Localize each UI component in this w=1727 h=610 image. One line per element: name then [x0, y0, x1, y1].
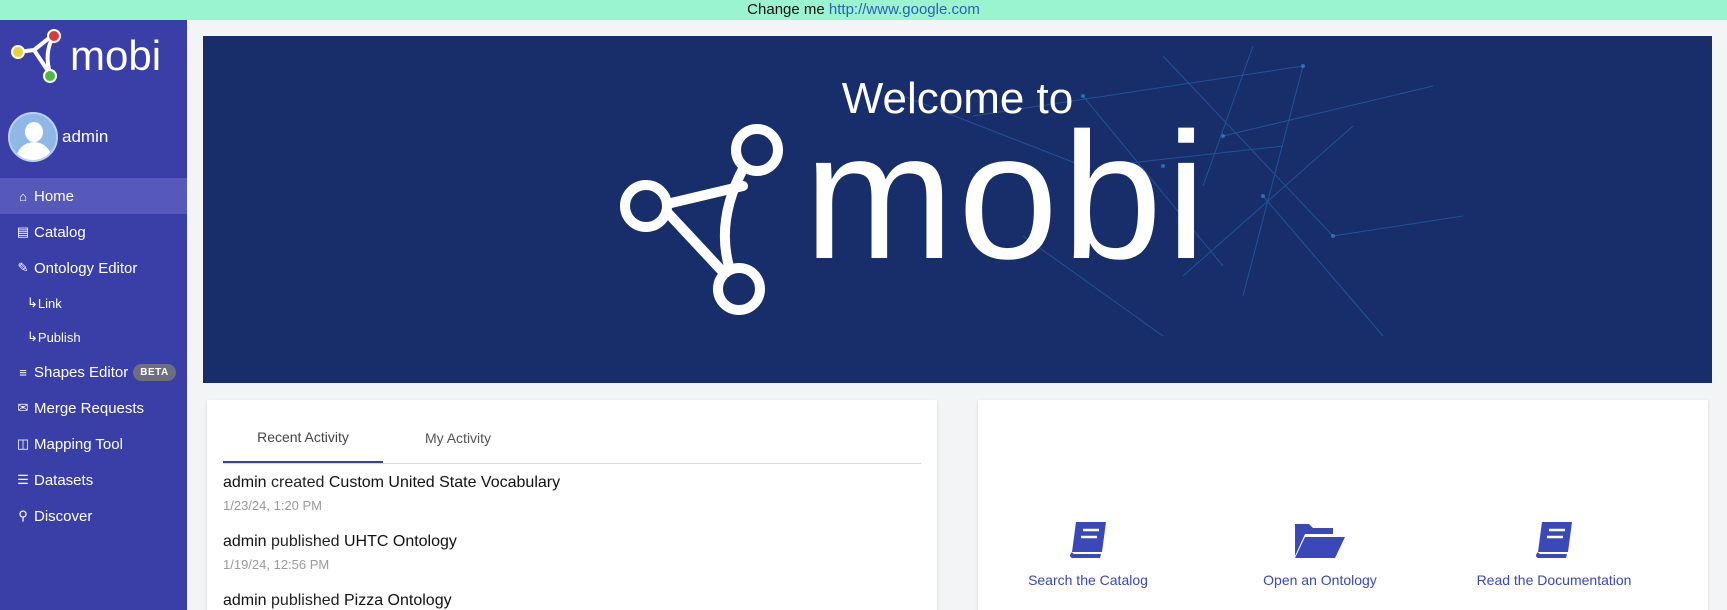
- activity-card: Recent Activity My Activity admin create…: [207, 400, 937, 610]
- sidebar-item-label: Shapes Editor: [34, 363, 129, 381]
- hero-brand: mobi: [804, 96, 1210, 297]
- username: admin: [62, 127, 109, 146]
- search-catalog-link[interactable]: Search the Catalog: [978, 518, 1198, 588]
- book-icon: ▤: [16, 224, 30, 239]
- sidebar-item-label: Mapping Tool: [34, 435, 123, 453]
- shapes-icon: ≡: [19, 364, 27, 380]
- open-ontology-link[interactable]: Open an Ontology: [1210, 518, 1430, 588]
- book-icon: [1070, 522, 1106, 558]
- sidebar-item-label: Link: [37, 295, 62, 311]
- sidebar-item-label: Discover: [34, 507, 93, 525]
- activity-action: created: [271, 474, 325, 491]
- folder-open-icon: [1295, 524, 1345, 558]
- list-item: admin published Pizza Ontology: [223, 592, 921, 610]
- list-item: admin created Custom United State Vocabu…: [223, 474, 921, 513]
- activity-user[interactable]: admin: [223, 474, 267, 491]
- activity-object[interactable]: UHTC Ontology: [344, 533, 457, 550]
- activity-user[interactable]: admin: [223, 533, 267, 550]
- sidebar-item-discover[interactable]: ⚲ Discover: [0, 498, 187, 534]
- read-documentation-link[interactable]: Read the Documentation: [1444, 518, 1664, 588]
- sidebar-item-label: Datasets: [34, 471, 94, 489]
- sidebar-nav: ⌂ Home ▤ Catalog ✎ Ontology Editor ↳ Lin…: [0, 178, 187, 534]
- quick-action-label: Read the Documentation: [1476, 572, 1632, 588]
- sidebar-item-label: Catalog: [34, 223, 86, 241]
- sidebar-item-link[interactable]: ↳ Link: [0, 286, 187, 320]
- activity-action: published: [271, 533, 340, 550]
- beta-badge: BETA: [133, 363, 176, 381]
- sidebar-item-ontology-editor[interactable]: ✎ Ontology Editor: [0, 250, 187, 286]
- sidebar-item-merge-requests[interactable]: ✉ Merge Requests: [0, 390, 187, 426]
- hero-title: Welcome to: [841, 74, 1074, 123]
- activity-user[interactable]: admin: [223, 592, 267, 609]
- avatar[interactable]: [8, 112, 58, 162]
- list-item: admin published UHTC Ontology 1/19/24, 1…: [223, 533, 921, 572]
- sub-arrow-icon: ↳: [27, 295, 38, 310]
- activity-time: 1/19/24, 12:56 PM: [223, 557, 330, 572]
- activity-tabs: Recent Activity My Activity: [223, 412, 921, 464]
- quick-action-label: Search the Catalog: [1028, 572, 1148, 588]
- map-icon: ◫: [16, 436, 30, 451]
- quick-actions-card: Search the Catalog Open an Ontology Read…: [978, 400, 1708, 610]
- sidebar-item-home[interactable]: ⌂ Home: [0, 178, 187, 214]
- sub-arrow-icon: ↳: [27, 329, 38, 344]
- tab-recent-activity[interactable]: Recent Activity: [223, 412, 383, 463]
- welcome-hero: mobi Welcome to: [203, 36, 1712, 383]
- home-icon: ⌂: [19, 188, 27, 204]
- mobi-logo-mark: mobi: [11, 29, 161, 83]
- banner-text: Change me: [747, 1, 825, 18]
- sidebar-item-shapes-editor[interactable]: ≡ Shapes Editor BETA: [0, 354, 187, 390]
- database-icon: ☰: [17, 472, 29, 487]
- activity-object[interactable]: Custom United State Vocabulary: [329, 474, 560, 491]
- sidebar: mobi admin ⌂ Home ▤ Catalog ✎ Ontology E…: [0, 20, 187, 610]
- logo-text: mobi: [70, 32, 161, 79]
- tab-my-activity[interactable]: My Activity: [383, 412, 533, 463]
- sidebar-item-mapping-tool[interactable]: ◫ Mapping Tool: [0, 426, 187, 462]
- mobi-logo[interactable]: mobi: [8, 28, 183, 92]
- sidebar-item-catalog[interactable]: ▤ Catalog: [0, 214, 187, 250]
- activity-time: 1/23/24, 1:20 PM: [223, 498, 323, 513]
- quick-action-label: Open an Ontology: [1263, 572, 1377, 588]
- activity-action: published: [271, 592, 340, 609]
- top-banner: Change me http://www.google.com: [0, 0, 1727, 20]
- search-icon: ⚲: [18, 508, 28, 523]
- edit-icon: ✎: [17, 260, 29, 275]
- sidebar-item-datasets[interactable]: ☰ Datasets: [0, 462, 187, 498]
- sidebar-item-label: Publish: [37, 329, 81, 345]
- sidebar-item-label: Ontology Editor: [34, 259, 138, 277]
- sidebar-item-label: Merge Requests: [34, 399, 145, 417]
- user-profile[interactable]: admin: [8, 112, 108, 162]
- book-icon: [1536, 522, 1572, 558]
- activity-object[interactable]: Pizza Ontology: [344, 592, 452, 609]
- sidebar-item-label: Home: [34, 187, 75, 205]
- banner-link[interactable]: http://www.google.com: [829, 1, 980, 18]
- envelope-icon: ✉: [17, 400, 29, 415]
- sidebar-item-publish[interactable]: ↳ Publish: [0, 320, 187, 354]
